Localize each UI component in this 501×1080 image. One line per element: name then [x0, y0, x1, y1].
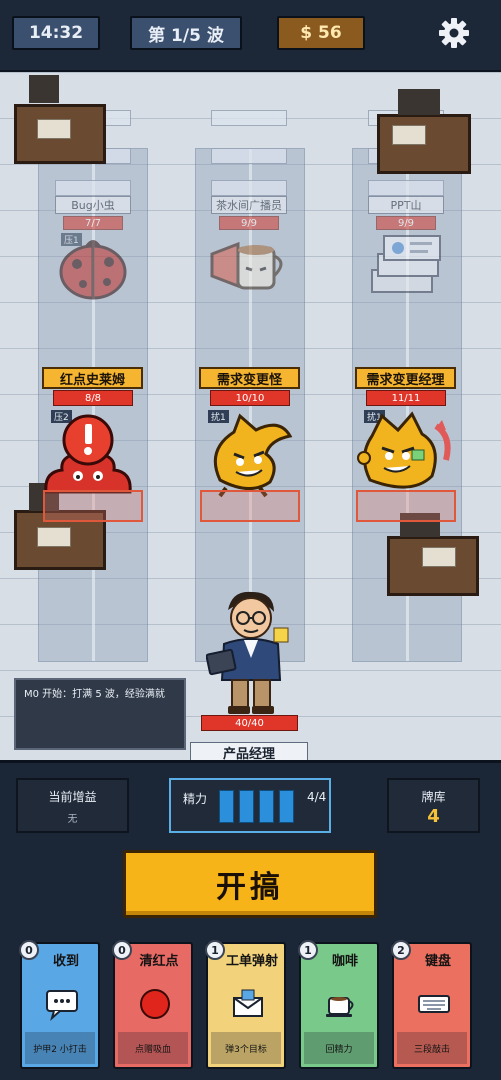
card-cost: 2 — [391, 940, 411, 960]
chat-bubble-icon — [46, 990, 78, 1021]
card-name: 收到 — [52, 954, 79, 969]
battle-arena: Bug小虫 7/7 压1 茶水间广播员 9/9 PPT山 9/9 红点史莱姆 8… — [0, 72, 501, 760]
card-kafei[interactable]: 1 咖啡 回精力 — [298, 940, 379, 1069]
top-bar: 14:32 第 1/5 波 $ 56 — [0, 0, 501, 72]
enemy-name: PPT山 — [368, 196, 444, 214]
card-cost: 1 — [298, 940, 318, 960]
hero-name: 产品经理 — [190, 742, 308, 762]
enemy-hp-bar: 9/9 — [219, 216, 279, 230]
ladybug-icon[interactable] — [55, 232, 131, 302]
ghost-tag — [55, 180, 131, 196]
enemy-hp-bar: 9/9 — [376, 216, 436, 230]
buff-title: 当前增益 — [48, 790, 97, 804]
teacup-megaphone-icon[interactable] — [208, 230, 290, 302]
deck-title: 牌库 — [421, 790, 446, 804]
enemy-name: 需求变更怪 — [199, 367, 300, 389]
card-desc: 三段敲击 — [397, 1032, 467, 1064]
card-name: 键盘 — [424, 954, 451, 969]
deck-panel[interactable]: 牌库 4 — [387, 778, 480, 833]
energy-cell — [219, 790, 234, 823]
target-slot[interactable] — [356, 490, 456, 522]
energy-cell — [279, 790, 294, 823]
card-desc: 护甲2 小打击 — [25, 1032, 95, 1064]
card-name: 工单弹射 — [225, 954, 278, 969]
yellow-manager-monster-icon[interactable] — [352, 406, 462, 500]
coffee-cup-icon — [326, 997, 354, 1017]
red-dot-slime-icon[interactable] — [40, 412, 136, 500]
product-manager-avatar[interactable] — [206, 588, 296, 718]
ghost-tag — [368, 180, 444, 196]
card-desc: 弹3个目标 — [211, 1032, 281, 1064]
energy-cell — [239, 790, 254, 823]
card-desc: 回精力 — [304, 1032, 374, 1064]
start-turn-button[interactable]: 开搞 — [123, 850, 377, 918]
enemy-hp-bar: 10/10 — [210, 390, 290, 406]
enemy-name: 茶水间广播员 — [211, 196, 287, 214]
buff-panel: 当前增益 无 — [16, 778, 129, 833]
energy-count: 4/4 — [307, 790, 327, 804]
office-desk — [14, 75, 106, 164]
money-counter: $ 56 — [277, 16, 365, 50]
card-shoudao[interactable]: 0 收到 护甲2 小打击 — [19, 940, 100, 1069]
card-jianpan[interactable]: 2 键盘 三段敲击 — [391, 940, 472, 1069]
battle-log: M0 开始：打满 5 波，经验满就 — [14, 678, 186, 750]
red-dot-icon — [140, 989, 170, 1019]
target-slot[interactable] — [200, 490, 300, 522]
control-panel: 当前增益 无 精力 4/4 牌库 4 开搞 0 收到 护甲2 小打击 0 清红点… — [0, 760, 501, 1080]
gear-icon[interactable] — [438, 17, 470, 49]
enemy-hp-bar: 11/11 — [366, 390, 446, 406]
hero-hp-bar: 40/40 — [201, 715, 298, 731]
log-text: M0 开始：打满 5 波，经验满就 — [24, 689, 165, 700]
ghost-tag — [211, 148, 287, 164]
card-gongdantanshe[interactable]: 1 工单弹射 弹3个目标 — [205, 940, 286, 1069]
card-cost: 0 — [112, 940, 132, 960]
card-cost: 0 — [19, 940, 39, 960]
energy-cell — [259, 790, 274, 823]
time-display: 14:32 — [12, 16, 100, 50]
wave-counter: 第 1/5 波 — [130, 16, 242, 50]
card-desc: 点赠吸血 — [118, 1032, 188, 1064]
card-name: 咖啡 — [331, 954, 358, 969]
deck-count: 4 — [427, 806, 440, 827]
enemy-hp-bar: 7/7 — [63, 216, 123, 230]
enemy-hp-bar: 8/8 — [53, 390, 133, 406]
ghost-tag — [211, 180, 287, 196]
office-desk — [387, 513, 479, 596]
ticket-envelope-icon — [233, 989, 263, 1017]
card-name: 清红点 — [139, 954, 179, 969]
office-desk — [377, 89, 471, 174]
card-cost: 1 — [205, 940, 225, 960]
card-qinghongdian[interactable]: 0 清红点 点赠吸血 — [112, 940, 193, 1069]
enemy-name: 红点史莱姆 — [42, 367, 143, 389]
yellow-arrow-monster-icon[interactable] — [200, 410, 300, 500]
ppt-stack-icon[interactable] — [364, 230, 446, 302]
target-slot[interactable] — [43, 490, 143, 522]
energy-label: 精力 — [183, 792, 208, 806]
keyboard-icon — [418, 995, 450, 1013]
energy-panel: 精力 4/4 — [169, 778, 331, 833]
enemy-name: 需求变更经理 — [355, 367, 456, 389]
buff-value: 无 — [67, 814, 78, 825]
enemy-name: Bug小虫 — [55, 196, 131, 214]
ghost-tag — [211, 110, 287, 126]
